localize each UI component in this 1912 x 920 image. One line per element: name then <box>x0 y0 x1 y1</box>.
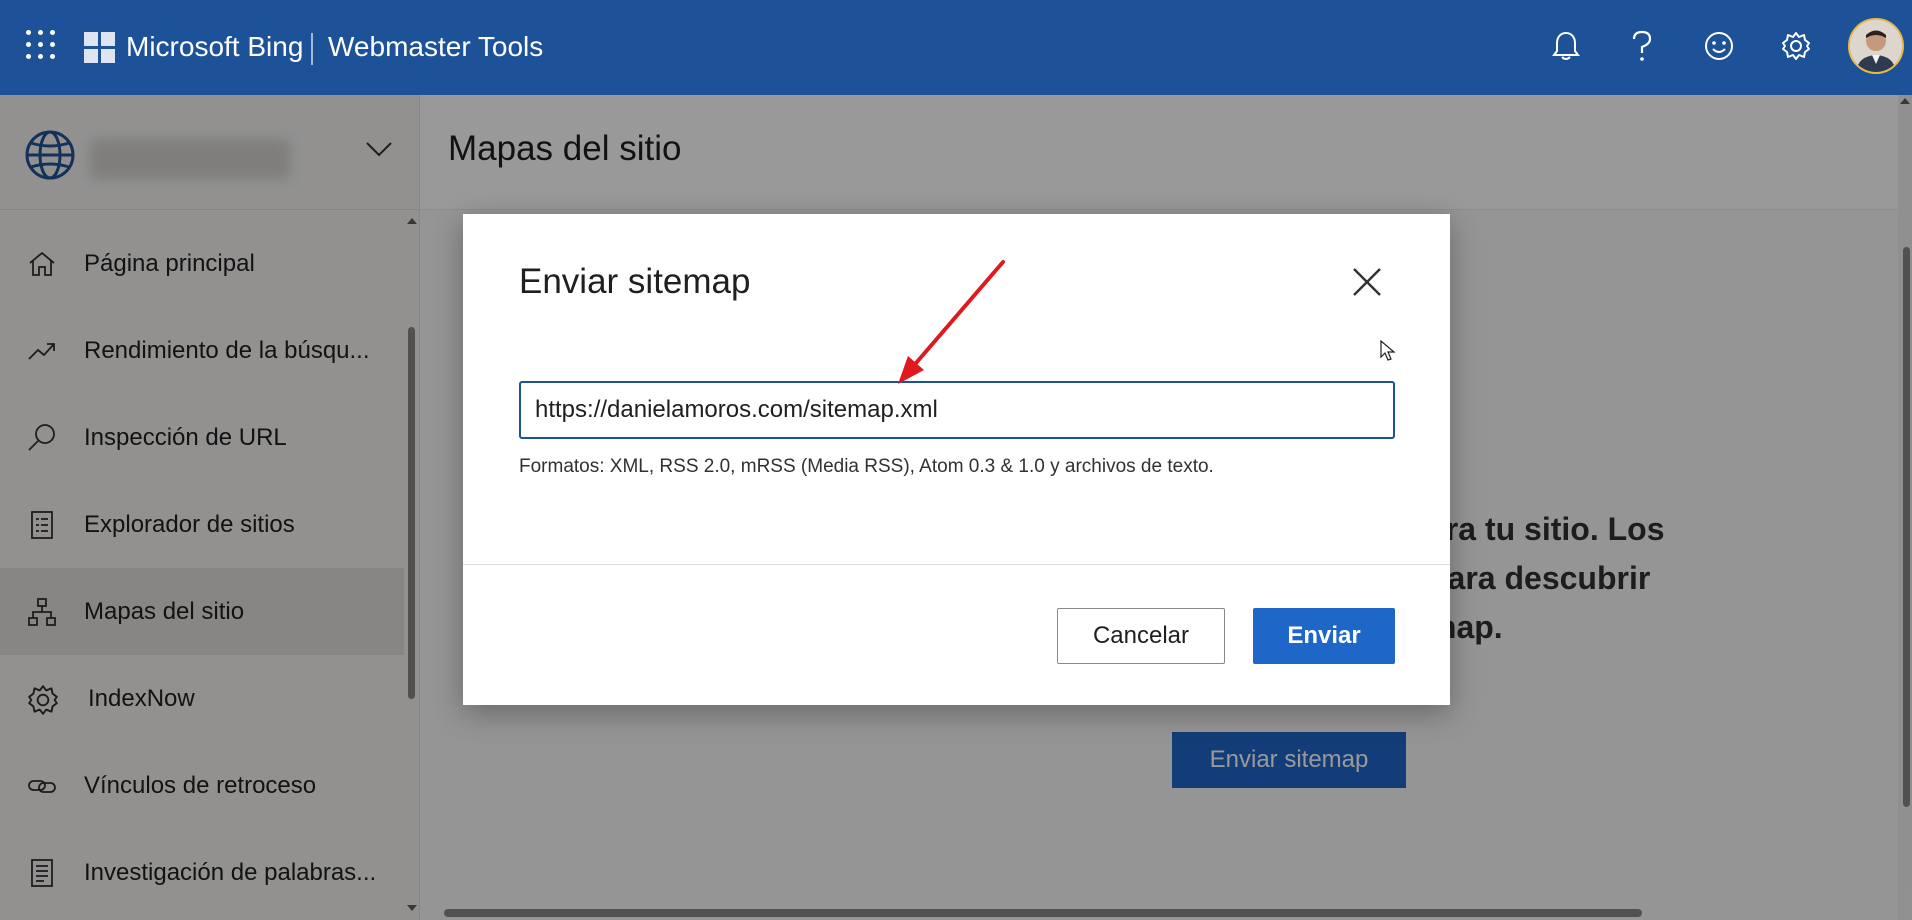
dialog-title: Enviar sitemap <box>519 262 751 301</box>
mouse-pointer-icon <box>1380 340 1396 361</box>
brand-name[interactable]: Microsoft Bing <box>126 31 303 63</box>
product-name[interactable]: Webmaster Tools <box>328 31 543 63</box>
bell-icon[interactable] <box>1548 28 1584 64</box>
annotation-arrow-icon <box>898 260 1005 384</box>
settings-gear-icon[interactable] <box>1778 28 1814 64</box>
sitemap-url-input[interactable] <box>519 381 1395 439</box>
formats-help-text: Formatos: XML, RSS 2.0, mRSS (Media RSS)… <box>519 456 1214 477</box>
dialog-divider <box>463 564 1450 565</box>
brand-divider <box>311 33 313 65</box>
send-button[interactable]: Enviar <box>1253 608 1395 664</box>
close-icon[interactable] <box>1343 258 1391 306</box>
user-avatar[interactable] <box>1848 18 1904 74</box>
top-bar: Microsoft Bing Webmaster Tools <box>0 0 1912 95</box>
cancel-button[interactable]: Cancelar <box>1057 608 1225 664</box>
feedback-smiley-icon[interactable] <box>1701 28 1737 64</box>
microsoft-logo-icon <box>84 32 115 63</box>
help-icon[interactable] <box>1624 28 1660 64</box>
apps-grid-icon[interactable] <box>26 30 56 60</box>
